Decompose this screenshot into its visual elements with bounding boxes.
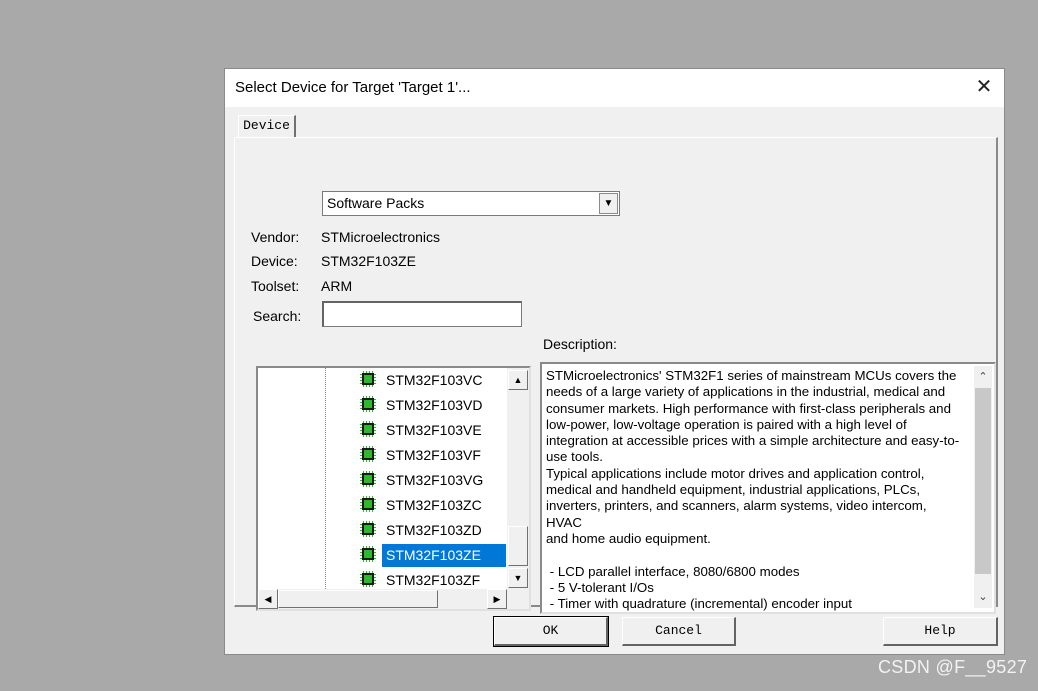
tree-item-label: STM32F103VG [386,472,484,488]
vendor-value: STMicroelectronics [321,229,441,245]
source-combo-value: Software Packs [327,195,425,211]
tree-item[interactable]: STM32F103ZC [360,493,528,518]
tree-connector-line [325,368,326,589]
chip-icon [360,421,376,437]
device-value: STM32F103ZE [321,253,416,269]
tree-item-label: STM32F103ZD [386,522,482,538]
tree-item[interactable]: STM32F103ZE [360,543,528,568]
device-tree[interactable]: STM32F103VC STM32F103VD STM32F103VE STM32F1… [256,366,531,611]
description-scroll-thumb[interactable] [975,388,991,574]
source-combo[interactable]: Software Packs ▼ [322,191,620,216]
tree-item[interactable]: STM32F103VG [360,468,528,493]
tree-item[interactable]: STM32F103VF [360,443,528,468]
chip-icon [360,396,376,412]
vendor-label: Vendor: [251,229,300,245]
description-text: STMicroelectronics' STM32F1 series of ma… [546,368,960,612]
tree-item[interactable]: STM32F103ZD [360,518,528,543]
chip-icon [360,371,376,387]
scroll-right-icon[interactable]: ▶ [487,589,507,609]
tree-horizontal-scrollbar[interactable]: ◀ ▶ [258,589,529,609]
description-box[interactable]: STMicroelectronics' STM32F1 series of ma… [540,362,996,614]
device-tree-items: STM32F103VC STM32F103VD STM32F103VE STM32F1… [258,368,507,589]
title-bar: Select Device for Target 'Target 1'... ✕ [225,69,1004,107]
tree-item-label: STM32F103VD [386,397,483,413]
device-tab-panel: Software Packs ▼ Vendor: STMicroelectron… [234,137,998,614]
help-button[interactable]: Help [883,617,998,646]
tree-item[interactable]: STM32F103VE [360,418,528,443]
device-label: Device: [251,253,298,269]
chip-icon [360,446,376,462]
tree-vertical-scroll-thumb[interactable] [508,526,528,566]
dialog-client-area: Device Software Packs ▼ Vendor: STMicroe… [225,107,1004,654]
toolset-label: Toolset: [251,278,300,294]
tree-horizontal-scroll-thumb[interactable] [278,590,438,608]
scroll-left-icon[interactable]: ◀ [258,589,278,609]
select-device-dialog: Select Device for Target 'Target 1'... ✕… [224,68,1005,655]
tree-item[interactable]: STM32F103VD [360,393,528,418]
tree-item-label: STM32F103VF [386,447,481,463]
tree-vertical-scrollbar[interactable]: ▲ ▼ [507,368,529,589]
description-scrollbar[interactable]: ⌃ ⌄ [974,366,992,608]
close-icon[interactable]: ✕ [972,75,996,99]
cancel-button[interactable]: Cancel [622,617,736,646]
search-input[interactable] [322,301,522,327]
chip-icon [360,571,376,587]
tree-item-label: STM32F103ZF [386,572,481,588]
chevron-down-icon[interactable]: ⌄ [974,588,992,606]
search-label: Search: [253,308,302,324]
chip-icon [360,521,376,537]
scroll-down-icon[interactable]: ▼ [508,568,528,588]
chevron-up-icon[interactable]: ⌃ [974,368,992,386]
tree-item-label: STM32F103VC [386,372,483,388]
tree-item-label: STM32F103ZE [386,547,481,563]
ok-button[interactable]: OK [493,616,609,647]
toolset-value: ARM [321,278,353,294]
chevron-down-icon[interactable]: ▼ [599,193,618,214]
dialog-title: Select Device for Target 'Target 1'... [235,79,471,96]
watermark: CSDN @F__9527 [878,657,1028,677]
tree-item[interactable]: STM32F103VC [360,368,528,393]
chip-icon [360,546,376,562]
scroll-up-icon[interactable]: ▲ [508,370,528,390]
chip-icon [360,496,376,512]
tree-item-label: STM32F103ZC [386,497,482,513]
tab-device[interactable]: Device [238,115,296,137]
description-label: Description: [543,336,617,352]
chip-icon [360,471,376,487]
tree-item-label: STM32F103VE [386,422,482,438]
